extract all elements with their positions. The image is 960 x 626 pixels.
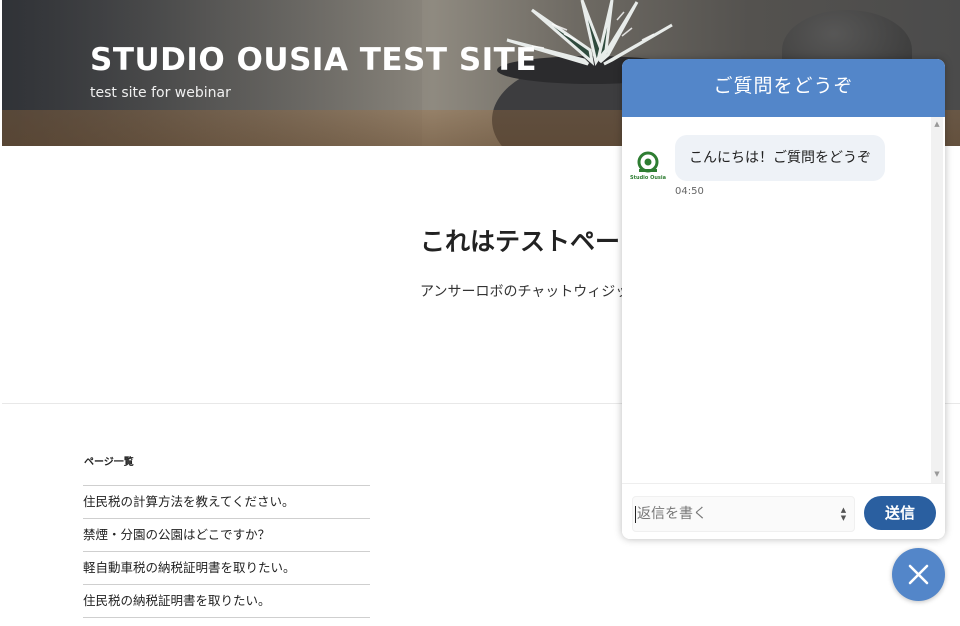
page-body-text: アンサーロボのチャットウィジッ: [420, 284, 630, 300]
reply-placeholder: 返信を書く: [637, 506, 707, 522]
chat-widget: ご質問をどうぞ Studio Ousia こんにちは！ご質問をどうぞ 04:50…: [622, 59, 945, 539]
pages-list: 住民税の計算方法を教えてください。 禁煙・分園の公園はどこですか？ 軽自動車税の…: [83, 485, 370, 626]
page-list-item-partial[interactable]: [83, 617, 370, 626]
page-heading: これはテストペー: [420, 227, 621, 256]
chat-message-area[interactable]: Studio Ousia こんにちは！ご質問をどうぞ 04:50: [622, 117, 945, 483]
page-list-item[interactable]: 住民税の納税証明書を取りたい。: [83, 584, 370, 617]
pages-widget-title: ページ一覧: [84, 457, 134, 468]
chat-footer: 返信を書く ▲ ▼ 送信: [622, 483, 945, 539]
text-caret: [635, 506, 636, 523]
send-button[interactable]: 送信: [864, 496, 936, 530]
page-list-item[interactable]: 軽自動車税の納税証明書を取りたい。: [83, 551, 370, 584]
site-title[interactable]: STUDIO OUSIA TEST SITE: [90, 42, 537, 78]
studio-ousia-logo-icon: Studio Ousia: [630, 151, 666, 187]
scroll-up-icon[interactable]: ▲: [931, 119, 943, 129]
scroll-down-icon[interactable]: ▼: [931, 469, 943, 479]
logo-text: Studio Ousia: [630, 175, 666, 181]
site-description: test site for webinar: [90, 85, 231, 101]
page-list-item[interactable]: 禁煙・分園の公園はどこですか？: [83, 518, 370, 551]
reply-input[interactable]: 返信を書く ▲ ▼: [632, 496, 855, 532]
page-list-item[interactable]: 住民税の計算方法を教えてください。: [83, 485, 370, 518]
bot-message-bubble: こんにちは！ご質問をどうぞ: [675, 135, 885, 181]
message-timestamp: 04:50: [675, 186, 704, 197]
logo-mark-icon: [637, 151, 659, 173]
chat-scrollbar[interactable]: ▲ ▼: [931, 117, 943, 483]
close-chat-button[interactable]: [892, 548, 945, 601]
close-icon: [908, 564, 929, 585]
chat-header-title: ご質問をどうぞ: [622, 59, 945, 117]
spinner-icon[interactable]: ▲ ▼: [839, 506, 848, 522]
